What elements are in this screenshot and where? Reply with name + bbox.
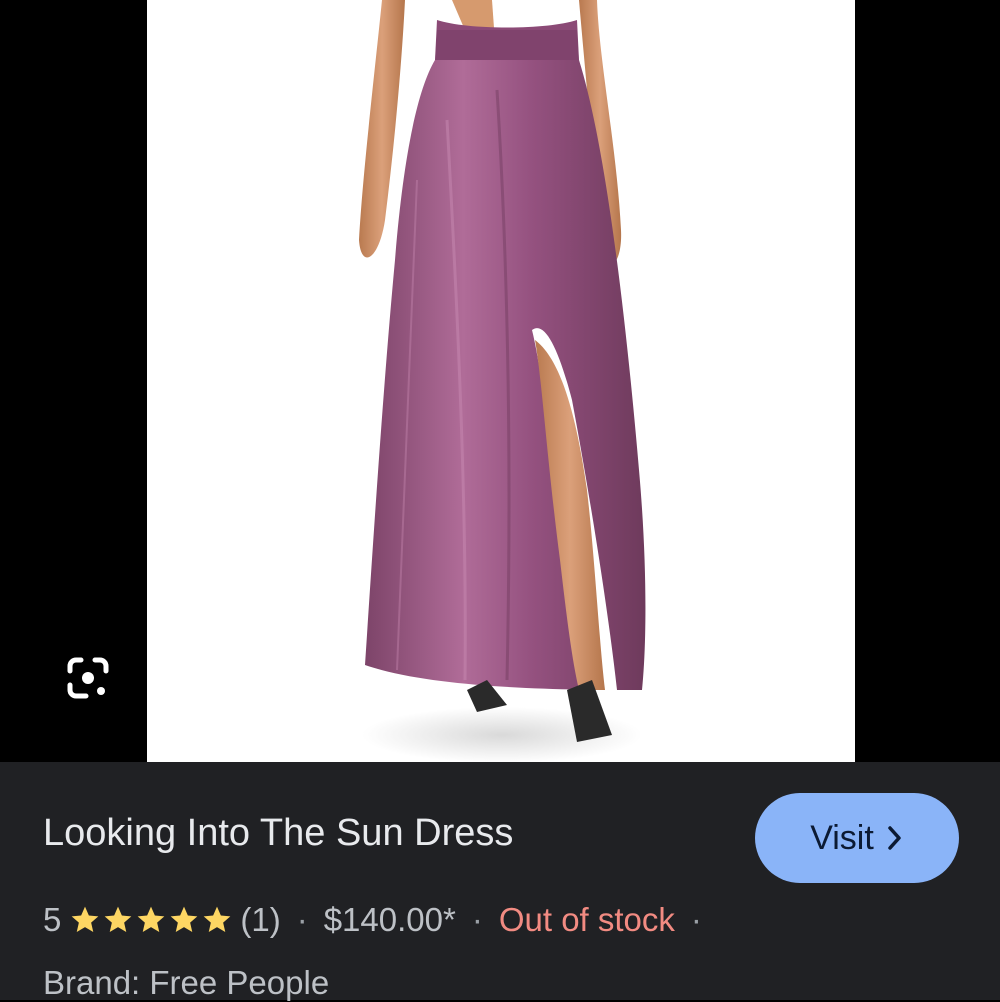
star-icon <box>72 906 99 932</box>
lens-search-button[interactable] <box>58 648 118 708</box>
visit-label: Visit <box>810 818 874 857</box>
star-icon <box>171 906 198 932</box>
chevron-right-icon <box>888 826 901 850</box>
separator: · <box>690 901 702 938</box>
brand-label: Brand: Free People <box>43 964 330 1001</box>
product-title[interactable]: Looking Into The Sun Dress <box>43 812 513 855</box>
stock-status: Out of stock <box>498 901 675 938</box>
star-icon <box>138 906 165 932</box>
rating-value: 5 <box>43 901 62 938</box>
price: $140.00* <box>323 901 456 938</box>
review-count[interactable]: (1) <box>240 901 280 939</box>
product-image[interactable] <box>147 0 855 762</box>
separator: · <box>471 901 483 938</box>
star-rating <box>69 904 234 936</box>
google-lens-icon <box>67 657 109 699</box>
dress-illustration <box>359 0 646 762</box>
separator: · <box>296 901 308 938</box>
product-meta-row: 5 (1) · $140.00* · Out of stock · <box>43 897 718 943</box>
star-icon <box>204 906 231 932</box>
image-viewer <box>0 0 1000 762</box>
visit-button[interactable]: Visit <box>755 793 959 883</box>
star-icon <box>105 906 132 932</box>
